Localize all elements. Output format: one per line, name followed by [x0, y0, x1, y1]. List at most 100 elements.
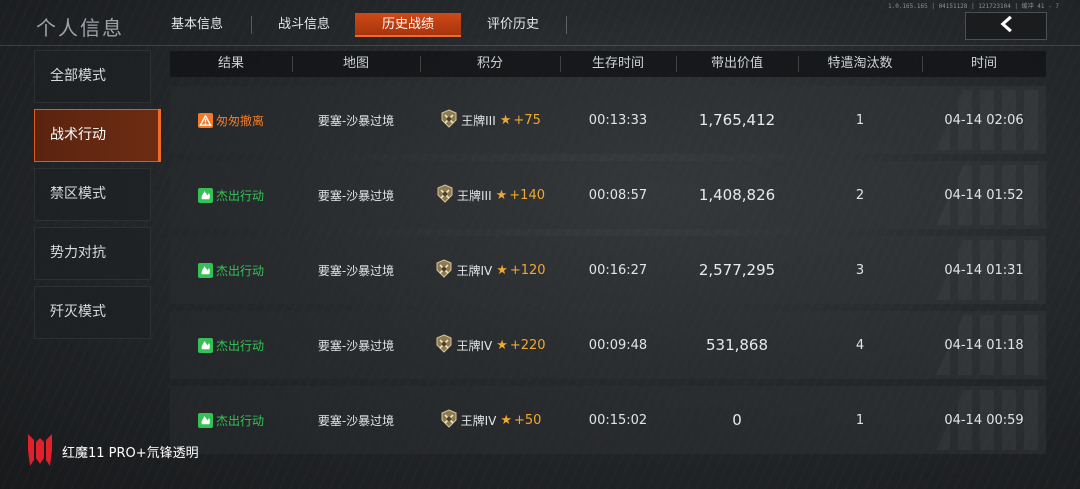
rank-badge-icon	[435, 183, 455, 207]
tab-divider	[566, 16, 567, 34]
column-header-score: 积分	[476, 56, 503, 71]
result-badge: 杰出行动	[197, 337, 264, 354]
history-row[interactable]: 杰出行动 要塞-沙暴过境 王牌IV ★ +120 00:16:27 2,577,295 3 04…	[170, 236, 1046, 304]
extracted-value-cell: 1,408,826	[698, 186, 776, 204]
result-label: 匆匆撤离	[215, 113, 264, 128]
map-cell: 要塞-沙暴过境	[317, 413, 395, 428]
history-row[interactable]: 杰出行动 要塞-沙暴过境 王牌III ★ +140 00:08:57 1,408,826 2 0…	[170, 161, 1046, 229]
score-change: +50	[513, 412, 542, 428]
kills-cell: 3	[855, 262, 865, 278]
mode-annihilation[interactable]: 歼灭模式	[34, 286, 151, 339]
column-header-map: 地图	[342, 56, 369, 71]
tab-basic-info[interactable]: 基本信息	[144, 13, 250, 37]
rank-cell: 王牌IV ★ +50	[420, 386, 560, 454]
rank-badge-icon	[439, 108, 459, 132]
star-icon: ★	[496, 262, 508, 278]
history-row[interactable]: 杰出行动 要塞-沙暴过境 王牌IV ★ +50 00:15:02 0 1 04-14 00:59	[170, 386, 1046, 454]
rank-name: 王牌IV	[460, 413, 497, 428]
match-time-cell: 04-14 00:59	[944, 412, 1024, 428]
device-watermark: 红魔11 PRO+氘锋透明	[26, 430, 199, 472]
extracted-value-cell: 0	[732, 411, 742, 429]
result-badge: 匆匆撤离	[197, 112, 264, 129]
map-cell: 要塞-沙暴过境	[317, 263, 395, 278]
result-cell: 匆匆撤离	[170, 86, 292, 154]
kills-cell: 1	[855, 112, 865, 128]
kills-cell: 1	[855, 412, 865, 428]
rank-cell: 王牌IV ★ +120	[420, 236, 560, 304]
column-header-value: 带出价值	[710, 56, 763, 71]
mode-faction-battle[interactable]: 势力对抗	[34, 227, 151, 280]
warning-icon	[197, 112, 213, 128]
kills-cell: 2	[855, 187, 865, 203]
build-info: 1.0.165.165 | 04151128 | 121723104 | 缓冲 …	[888, 3, 1059, 10]
rank-cell: 王牌III ★ +140	[420, 161, 560, 229]
kills-cell: 4	[855, 337, 865, 353]
flame-icon	[197, 412, 213, 428]
star-icon: ★	[499, 112, 512, 128]
map-cell: 要塞-沙暴过境	[317, 113, 395, 128]
result-label: 杰出行动	[215, 338, 264, 353]
red-magic-logo-icon	[26, 430, 54, 472]
history-row[interactable]: 匆匆撤离 要塞-沙暴过境 王牌III ★ +75 00:13:33 1,765,412 1 04…	[170, 86, 1046, 154]
match-time-cell: 04-14 01:52	[944, 187, 1024, 203]
score-change: +220	[509, 337, 546, 353]
match-time-cell: 04-14 01:18	[944, 337, 1024, 353]
match-time-cell: 04-14 01:31	[944, 262, 1024, 278]
rank-name: 王牌IV	[456, 338, 493, 353]
back-arrow-icon	[995, 13, 1017, 39]
score-change: +120	[509, 262, 546, 278]
match-time-cell: 04-14 02:06	[944, 112, 1024, 128]
flame-icon	[197, 187, 213, 203]
map-cell: 要塞-沙暴过境	[317, 338, 395, 353]
survival-time-cell: 00:09:48	[588, 337, 648, 353]
column-header-kills: 特遣淘汰数	[827, 56, 893, 71]
mode-restricted-zone[interactable]: 禁区模式	[34, 168, 151, 221]
result-badge: 杰出行动	[197, 412, 264, 429]
result-cell: 杰出行动	[170, 311, 292, 379]
result-label: 杰出行动	[215, 413, 264, 428]
mode-all[interactable]: 全部模式	[34, 50, 151, 103]
star-icon: ★	[496, 337, 508, 353]
result-cell: 杰出行动	[170, 236, 292, 304]
survival-time-cell: 00:13:33	[588, 112, 648, 128]
rank-cell: 王牌IV ★ +220	[420, 311, 560, 379]
rank-name: 王牌III	[457, 188, 492, 203]
result-badge: 杰出行动	[197, 262, 264, 279]
page-title: 个人信息	[36, 16, 124, 40]
tab-battle-info[interactable]: 战斗信息	[251, 13, 357, 37]
rank-name: 王牌IV	[456, 263, 493, 278]
column-header-survival: 生存时间	[591, 56, 644, 71]
extracted-value-cell: 2,577,295	[698, 261, 776, 279]
flame-icon	[197, 262, 213, 278]
table-header: 结果 地图 积分 生存时间 带出价值 特遣淘汰数 时间	[170, 51, 1046, 77]
result-label: 杰出行动	[215, 188, 264, 203]
rank-cell: 王牌III ★ +75	[420, 86, 560, 154]
survival-time-cell: 00:08:57	[588, 187, 648, 203]
star-icon: ★	[495, 187, 508, 203]
watermark-text: 红魔11 PRO+氘锋透明	[62, 445, 199, 461]
top-bar: 个人信息 基本信息 战斗信息 历史战绩 评价历史 1.0.165.165 | 0…	[0, 0, 1080, 48]
header-divider	[0, 45, 1080, 46]
result-cell: 杰出行动	[170, 161, 292, 229]
survival-time-cell: 00:15:02	[588, 412, 648, 428]
back-button[interactable]	[965, 12, 1047, 40]
result-label: 杰出行动	[215, 263, 264, 278]
map-cell: 要塞-沙暴过境	[317, 188, 395, 203]
rank-badge-icon	[439, 408, 459, 432]
tab-review-history[interactable]: 评价历史	[460, 13, 566, 37]
column-header-time: 时间	[970, 56, 997, 71]
flame-icon	[197, 337, 213, 353]
rank-badge-icon	[434, 258, 454, 282]
rank-badge-icon	[434, 333, 454, 357]
history-row[interactable]: 杰出行动 要塞-沙暴过境 王牌IV ★ +220 00:09:48 531,868 4 04-1…	[170, 311, 1046, 379]
star-icon: ★	[500, 412, 512, 428]
mode-tactical-ops[interactable]: 战术行动	[34, 109, 161, 162]
survival-time-cell: 00:16:27	[588, 262, 648, 278]
column-header-result: 结果	[217, 56, 244, 71]
extracted-value-cell: 531,868	[705, 336, 769, 354]
score-change: +75	[513, 112, 541, 128]
tab-history[interactable]: 历史战绩	[355, 13, 461, 37]
result-badge: 杰出行动	[197, 187, 264, 204]
score-change: +140	[509, 187, 545, 203]
rank-name: 王牌III	[461, 113, 496, 128]
